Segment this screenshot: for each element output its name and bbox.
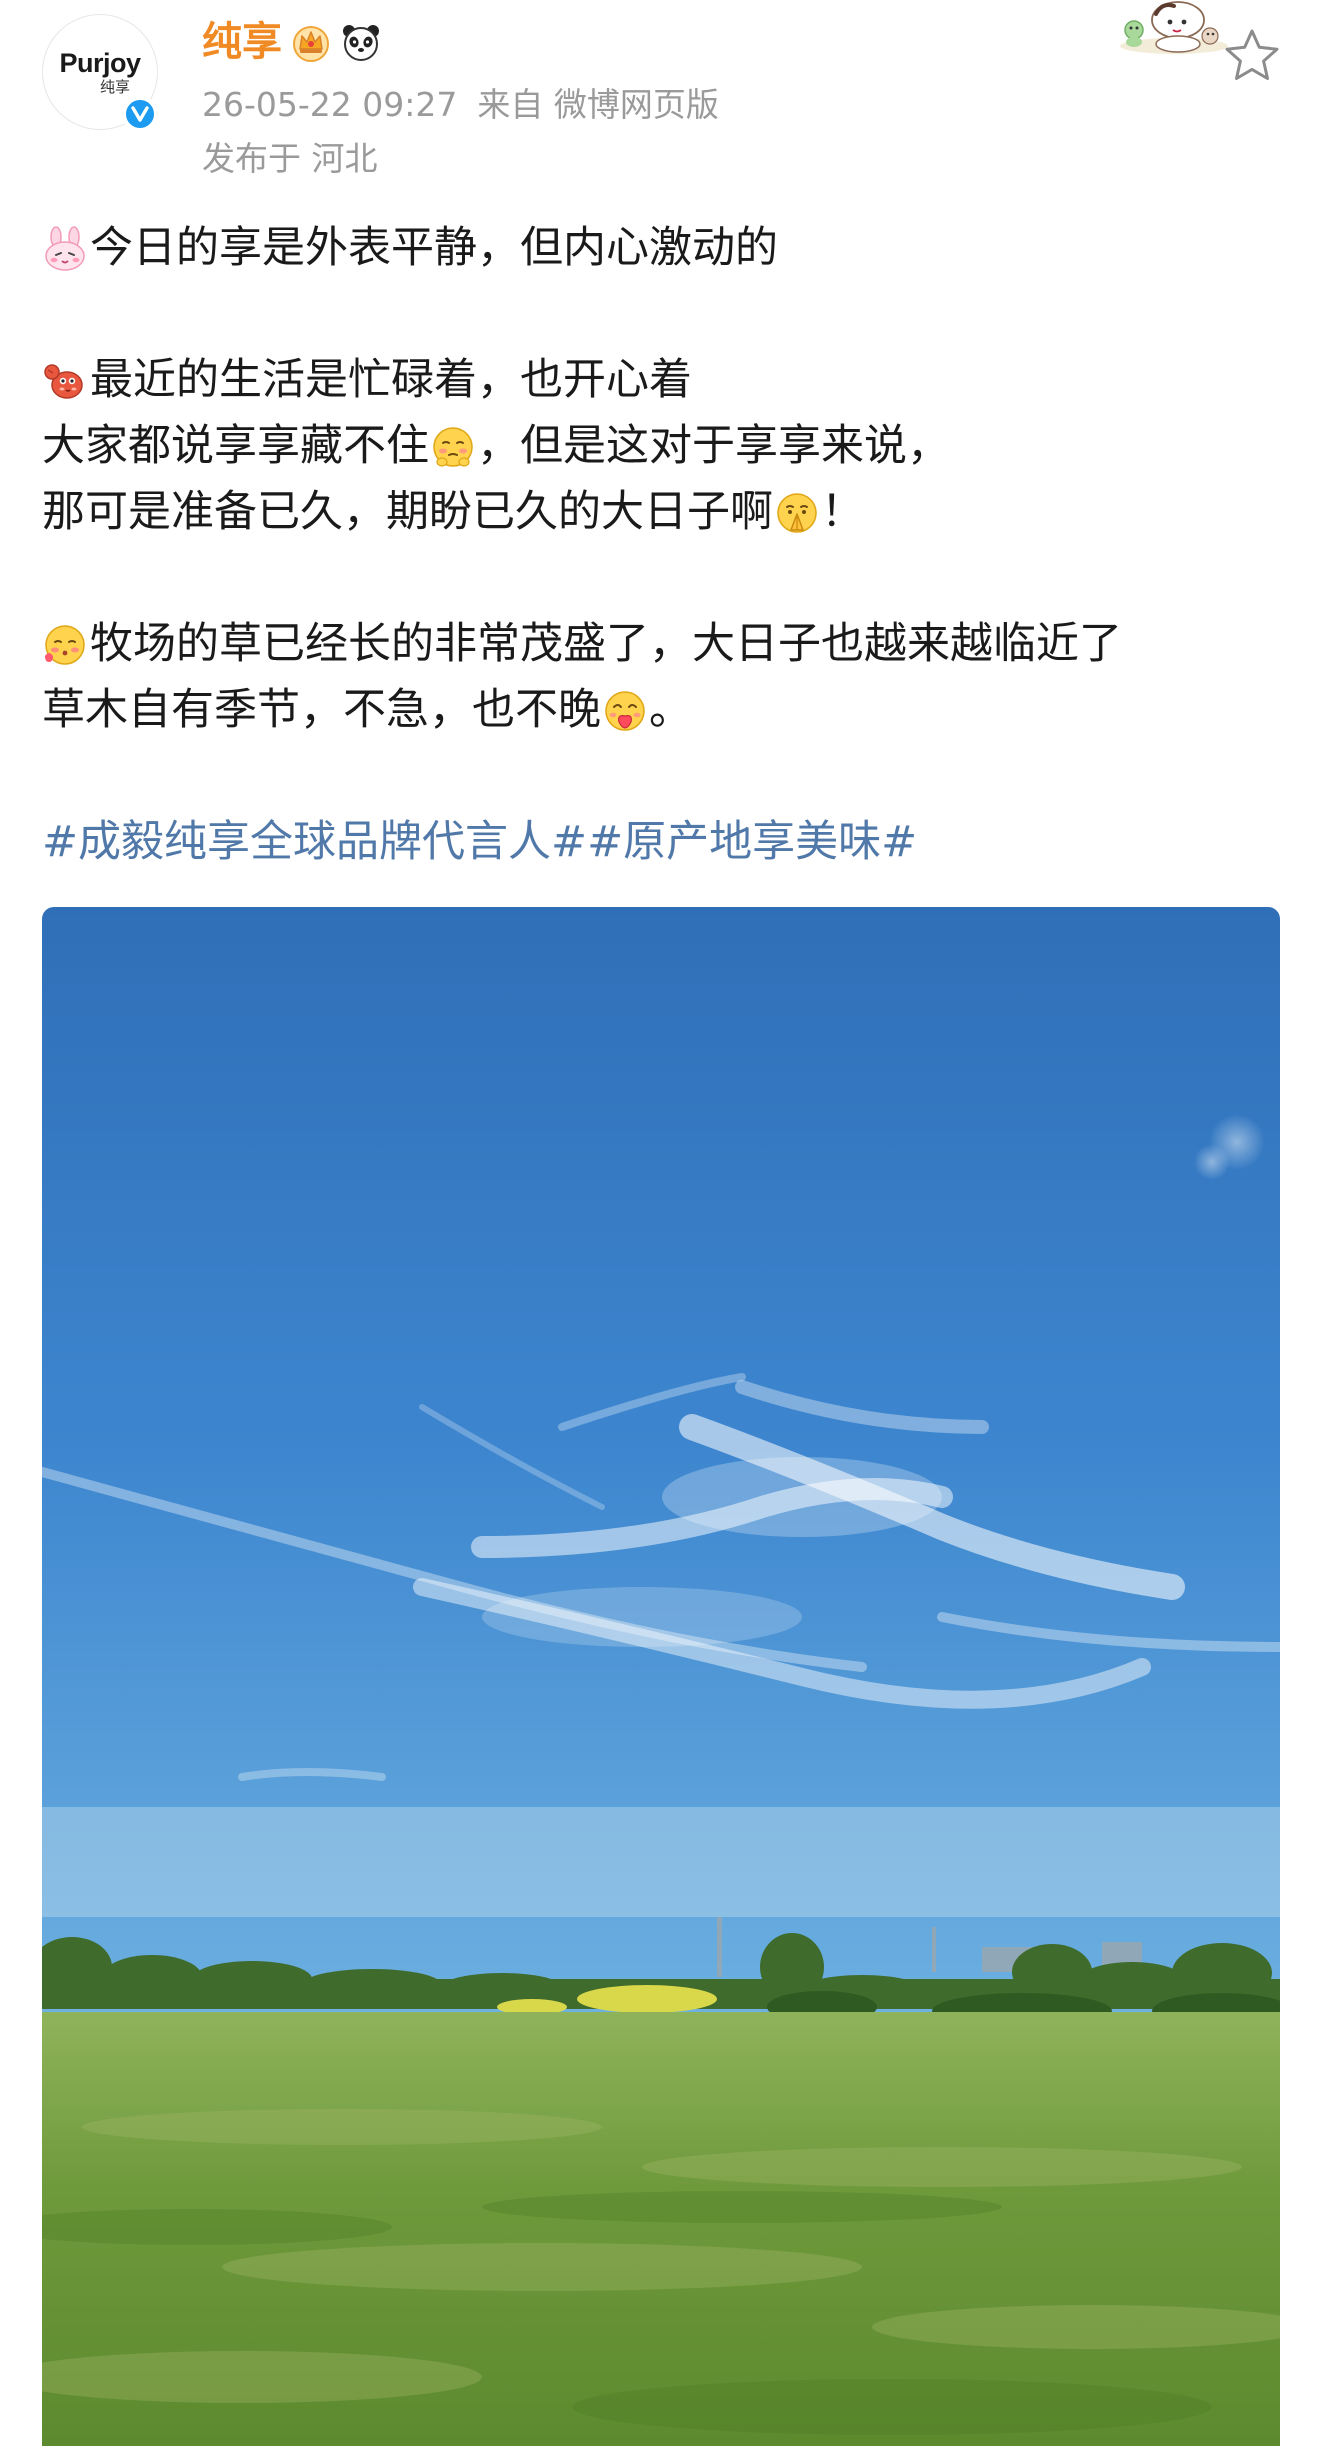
verified-v-icon [122,96,158,132]
username-row: 纯享 [202,14,382,70]
post-line-1: 今日的享是外表平静，但内心激动的 [42,215,1292,281]
post-location: 发布于 河北 [202,139,378,178]
post-line-4: 那可是准备已久，期盼已久的大日子啊 ！ [42,479,1292,545]
cartoon-sticker-icon [1118,0,1230,56]
lobster-emoji-icon [42,357,88,403]
panda-badge-icon[interactable] [340,21,382,63]
hashtag-link[interactable]: #成毅纯享全球品牌代言人# [42,809,587,875]
post-text-line-6b: 。 [649,685,692,735]
hashtag-link[interactable]: #原产地享美味# [587,809,917,875]
weibo-post: Purjoy 纯享 纯享 26-05-22 09:27 来自 微博网页版 发布于… [0,0,1319,2446]
post-meta: 26-05-22 09:27 来自 微博网页版 [202,82,719,128]
post-text-line-6a: 草木自有季节，不急，也不晚 [42,685,601,735]
post-text-line-4a: 那可是准备已久，期盼已久的大日子啊 [42,487,773,537]
hashtag-row: #成毅纯享全球品牌代言人# #原产地享美味# [42,809,1292,875]
kissing-face-emoji-icon [602,687,648,733]
bunny-emoji-icon [42,225,88,271]
shy-face-emoji-icon [430,423,476,469]
crown-badge-icon[interactable] [290,21,332,63]
post-source: 来自 微博网页版 [477,85,719,124]
avatar-brand-text: Purjoy [59,47,141,78]
post-text-line-3a: 大家都说享享藏不住 [42,421,429,471]
post-text-line-2: 最近的生活是忙碌着，也开心着 [90,355,692,405]
blushing-face-emoji-icon [42,621,88,667]
post-line-5: 牧场的草已经长的非常茂盛了，大日子也越来越临近了 [42,611,1292,677]
username[interactable]: 纯享 [202,22,282,62]
post-text-line-3b: ，但是这对于享享来说， [477,421,950,471]
post-photo[interactable] [42,907,1280,2446]
post-timestamp[interactable]: 26-05-22 09:27 [202,85,457,124]
avatar-sub-text: 纯享 [99,77,130,96]
star-icon[interactable] [1222,26,1282,86]
avatar[interactable]: Purjoy 纯享 [42,14,160,132]
post-text-line-4b: ！ [821,487,864,537]
post-line-3: 大家都说享享藏不住 ，但是这对于享享来说， [42,413,1292,479]
post-text-line-1: 今日的享是外表平静，但内心激动的 [90,223,778,273]
post-text-line-5: 牧场的草已经长的非常茂盛了，大日子也越来越临近了 [90,619,1122,669]
post-line-2: 最近的生活是忙碌着，也开心着 [42,347,1292,413]
post-body: 今日的享是外表平静，但内心激动的 最近的生活是忙碌着，也开心着 大家都说享享藏不… [42,215,1292,875]
post-line-6: 草木自有季节，不急，也不晚 。 [42,677,1292,743]
praying-face-emoji-icon [774,489,820,535]
